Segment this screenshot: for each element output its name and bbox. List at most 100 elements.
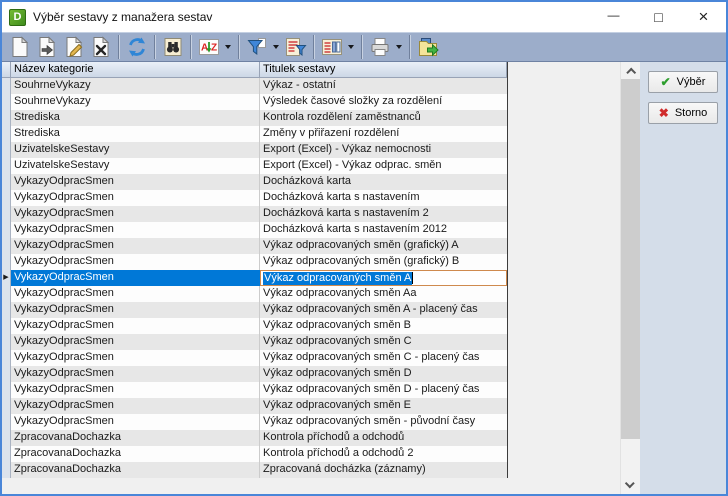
table-row[interactable]: UzivatelskeSestavyExport (Excel) - Výkaz… bbox=[2, 158, 507, 174]
title-cell[interactable]: Výkaz odpracovaných směn A - placený čas bbox=[260, 302, 507, 318]
category-cell[interactable]: VykazyOdpracSmen bbox=[11, 382, 260, 398]
title-cell[interactable]: Změny v přiřazení rozdělení bbox=[260, 126, 507, 142]
table-row[interactable]: VykazyOdpracSmenVýkaz odpracovaných směn… bbox=[2, 286, 507, 302]
category-cell[interactable]: VykazyOdpracSmen bbox=[11, 206, 260, 222]
minimize-button[interactable]: — bbox=[591, 2, 636, 32]
category-cell[interactable]: VykazyOdpracSmen bbox=[11, 254, 260, 270]
title-cell[interactable]: Výsledek časové složky za rozdělení bbox=[260, 94, 507, 110]
edit-report-button[interactable] bbox=[60, 34, 87, 60]
title-cell[interactable]: Zpracovaná docházka (záznamy) bbox=[260, 462, 507, 478]
title-cell[interactable]: Docházková karta s nastavením 2 bbox=[260, 206, 507, 222]
table-row[interactable]: ZpracovanaDochazkaZpracovaná docházka (z… bbox=[2, 462, 507, 478]
column-header-category[interactable]: Název kategorie bbox=[11, 62, 260, 78]
select-button[interactable]: ✔ Výběr bbox=[648, 71, 718, 93]
table-row[interactable]: StrediskaZměny v přiřazení rozdělení bbox=[2, 126, 507, 142]
table-row[interactable]: SouhrneVykazyVýsledek časové složky za r… bbox=[2, 94, 507, 110]
table-row[interactable]: VykazyOdpracSmenVýkaz odpracovaných směn… bbox=[2, 366, 507, 382]
table-row[interactable]: VykazyOdpracSmenVýkaz odpracovaných směn… bbox=[2, 238, 507, 254]
title-cell[interactable]: Výkaz odpracovaných směn (grafický) A bbox=[260, 238, 507, 254]
scroll-down-button[interactable] bbox=[621, 477, 640, 494]
category-cell[interactable]: VykazyOdpracSmen bbox=[11, 174, 260, 190]
table-row[interactable]: VykazyOdpracSmenVýkaz odpracovaných směn… bbox=[2, 350, 507, 366]
filter-dropdown-button[interactable] bbox=[270, 34, 282, 60]
title-cell[interactable]: Docházková karta s nastavením 2012 bbox=[260, 222, 507, 238]
close-button[interactable]: × bbox=[681, 2, 726, 32]
category-cell[interactable]: VykazyOdpracSmen bbox=[11, 334, 260, 350]
delete-report-button[interactable] bbox=[87, 34, 114, 60]
title-cell[interactable]: Export (Excel) - Výkaz nemocnosti bbox=[260, 142, 507, 158]
print-button[interactable] bbox=[366, 34, 393, 60]
table-row[interactable]: VykazyOdpracSmenVýkaz odpracovaných směn… bbox=[2, 302, 507, 318]
category-cell[interactable]: VykazyOdpracSmen bbox=[11, 302, 260, 318]
category-cell[interactable]: VykazyOdpracSmen bbox=[11, 350, 260, 366]
view-columns-dropdown-button[interactable] bbox=[345, 34, 357, 60]
category-cell[interactable]: VykazyOdpracSmen bbox=[11, 318, 260, 334]
maximize-button[interactable]: □ bbox=[636, 2, 681, 32]
title-cell[interactable]: Docházková karta s nastavením bbox=[260, 190, 507, 206]
title-cell[interactable]: Kontrola rozdělení zaměstnanců bbox=[260, 110, 507, 126]
title-cell[interactable]: Export (Excel) - Výkaz odprac. směn bbox=[260, 158, 507, 174]
table-row[interactable]: ▶VykazyOdpracSmenVýkaz odpracovaných smě… bbox=[2, 270, 507, 286]
category-cell[interactable]: VykazyOdpracSmen bbox=[11, 270, 260, 286]
category-cell[interactable]: Strediska bbox=[11, 126, 260, 142]
title-cell[interactable]: Docházková karta bbox=[260, 174, 507, 190]
table-row[interactable]: ZpracovanaDochazkaKontrola příchodů a od… bbox=[2, 446, 507, 462]
table-row[interactable]: VykazyOdpracSmenVýkaz odpracovaných směn… bbox=[2, 318, 507, 334]
sort-az-dropdown-button[interactable] bbox=[222, 34, 234, 60]
category-cell[interactable]: UzivatelskeSestavy bbox=[11, 158, 260, 174]
refresh-button[interactable] bbox=[123, 34, 150, 60]
category-cell[interactable]: Strediska bbox=[11, 110, 260, 126]
table-row[interactable]: ZpracovanaDochazkaKontrola příchodů a od… bbox=[2, 430, 507, 446]
vertical-scrollbar[interactable] bbox=[620, 62, 640, 494]
table-row[interactable]: VykazyOdpracSmenDocházková karta s nasta… bbox=[2, 222, 507, 238]
category-cell[interactable]: ZpracovanaDochazka bbox=[11, 430, 260, 446]
table-row[interactable]: VykazyOdpracSmenVýkaz odpracovaných směn… bbox=[2, 398, 507, 414]
table-row[interactable]: StrediskaKontrola rozdělení zaměstnanců bbox=[2, 110, 507, 126]
table-row[interactable]: VykazyOdpracSmenVýkaz odpracovaných směn… bbox=[2, 254, 507, 270]
category-cell[interactable]: VykazyOdpracSmen bbox=[11, 366, 260, 382]
find-button[interactable] bbox=[159, 34, 186, 60]
scrollbar-track[interactable] bbox=[621, 79, 640, 477]
category-cell[interactable]: ZpracovanaDochazka bbox=[11, 462, 260, 478]
title-cell[interactable]: Kontrola příchodů a odchodů 2 bbox=[260, 446, 507, 462]
category-cell[interactable]: UzivatelskeSestavy bbox=[11, 142, 260, 158]
category-cell[interactable]: ZpracovanaDochazka bbox=[11, 446, 260, 462]
view-columns-button[interactable] bbox=[318, 34, 345, 60]
title-cell[interactable]: Výkaz odpracovaných směn B bbox=[260, 318, 507, 334]
table-row[interactable]: VykazyOdpracSmenDocházková karta s nasta… bbox=[2, 190, 507, 206]
title-cell[interactable]: Výkaz odpracovaných směn A bbox=[260, 270, 507, 286]
filter-button[interactable] bbox=[243, 34, 270, 60]
table-row[interactable]: SouhrneVykazyVýkaz - ostatní bbox=[2, 78, 507, 94]
title-cell[interactable]: Výkaz odpracovaných směn C - placený čas bbox=[260, 350, 507, 366]
table-row[interactable]: UzivatelskeSestavyExport (Excel) - Výkaz… bbox=[2, 142, 507, 158]
export-button[interactable] bbox=[414, 34, 441, 60]
title-cell[interactable]: Výkaz odpracovaných směn E bbox=[260, 398, 507, 414]
title-cell[interactable]: Výkaz odpracovaných směn C bbox=[260, 334, 507, 350]
scroll-up-button[interactable] bbox=[621, 62, 640, 79]
title-cell[interactable]: Výkaz odpracovaných směn Aa bbox=[260, 286, 507, 302]
category-cell[interactable]: SouhrneVykazy bbox=[11, 78, 260, 94]
table-row[interactable]: VykazyOdpracSmenVýkaz odpracovaných směn… bbox=[2, 414, 507, 430]
print-dropdown-button[interactable] bbox=[393, 34, 405, 60]
category-cell[interactable]: VykazyOdpracSmen bbox=[11, 398, 260, 414]
title-cell[interactable]: Výkaz - ostatní bbox=[260, 78, 507, 94]
column-header-title[interactable]: Titulek sestavy bbox=[260, 62, 507, 78]
cancel-button[interactable]: ✖ Storno bbox=[648, 102, 718, 124]
table-row[interactable]: VykazyOdpracSmenDocházková karta bbox=[2, 174, 507, 190]
title-cell[interactable]: Výkaz odpracovaných směn - původní časy bbox=[260, 414, 507, 430]
category-cell[interactable]: SouhrneVykazy bbox=[11, 94, 260, 110]
category-cell[interactable]: VykazyOdpracSmen bbox=[11, 238, 260, 254]
table-row[interactable]: VykazyOdpracSmenVýkaz odpracovaných směn… bbox=[2, 382, 507, 398]
new-report-button[interactable] bbox=[6, 34, 33, 60]
category-cell[interactable]: VykazyOdpracSmen bbox=[11, 190, 260, 206]
category-cell[interactable]: VykazyOdpracSmen bbox=[11, 414, 260, 430]
category-cell[interactable]: VykazyOdpracSmen bbox=[11, 222, 260, 238]
title-cell[interactable]: Výkaz odpracovaných směn (grafický) B bbox=[260, 254, 507, 270]
title-cell[interactable]: Výkaz odpracovaných směn D bbox=[260, 366, 507, 382]
category-cell[interactable]: VykazyOdpracSmen bbox=[11, 286, 260, 302]
filter-list-button[interactable] bbox=[282, 34, 309, 60]
table-row[interactable]: VykazyOdpracSmenVýkaz odpracovaných směn… bbox=[2, 334, 507, 350]
scrollbar-thumb[interactable] bbox=[621, 79, 640, 439]
table-row[interactable]: VykazyOdpracSmenDocházková karta s nasta… bbox=[2, 206, 507, 222]
title-cell[interactable]: Kontrola příchodů a odchodů bbox=[260, 430, 507, 446]
